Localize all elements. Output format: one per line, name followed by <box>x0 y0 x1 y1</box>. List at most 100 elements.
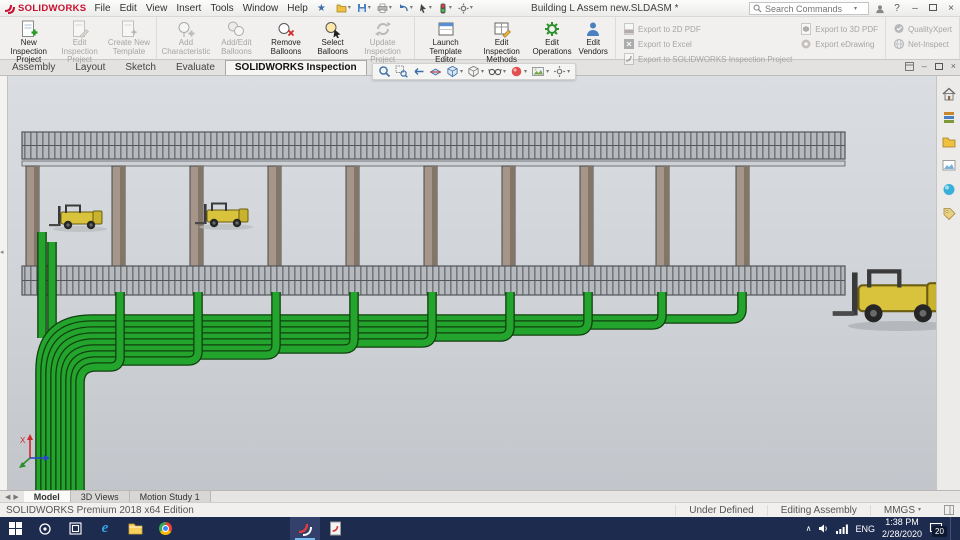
restore-icon <box>929 4 937 11</box>
minimize-button[interactable]: – <box>909 0 921 17</box>
ribbon-button-qualityxpert[interactable]: QualityXpert <box>891 23 954 35</box>
doc-close-icon[interactable]: × <box>951 61 956 71</box>
unit-system-selector[interactable]: MMGS ▾ <box>869 504 934 516</box>
volume-icon[interactable] <box>818 523 829 534</box>
ribbon-button-edit-inspection-project[interactable]: Edit Inspection Project <box>54 19 104 66</box>
ribbon-button-create-new-template[interactable]: Create New Template <box>105 19 154 57</box>
ribbon-button-remove-balloons[interactable]: Remove Balloons <box>261 19 310 57</box>
taskbar-solidworks-icon[interactable] <box>290 517 320 540</box>
start-button[interactable] <box>0 517 30 540</box>
zoom-to-area-button[interactable] <box>395 65 408 78</box>
undo-button[interactable]: ▾ <box>398 3 413 13</box>
task-view-button[interactable] <box>60 517 90 540</box>
taskbar-edge-icon[interactable]: e <box>90 517 120 540</box>
custom-properties-icon[interactable] <box>941 206 957 221</box>
ribbon-button-label: Launch Template Editor <box>429 38 462 65</box>
zoom-to-fit-button[interactable] <box>378 65 391 78</box>
restore-button[interactable] <box>927 0 939 17</box>
action-center-button[interactable]: 20 <box>929 522 947 537</box>
ribbon-button-export-edrawing[interactable]: Export eDrawing <box>798 38 880 50</box>
display-style-button[interactable]: ▾ <box>467 65 484 78</box>
tab-evaluate[interactable]: Evaluate <box>166 60 225 75</box>
menu-edit[interactable]: Edit <box>120 3 137 14</box>
command-search[interactable]: ▾ <box>749 2 869 15</box>
help-button[interactable]: ? <box>891 0 903 17</box>
doc-minimize-icon[interactable]: – <box>922 61 927 71</box>
search-input[interactable] <box>765 3 851 14</box>
tab-solidworks-inspection[interactable]: SOLIDWORKS Inspection <box>224 60 367 75</box>
close-button[interactable]: × <box>945 0 957 17</box>
quick-access-toolbar: ▾ ▾ ▾ ▾ ▾ ▾ ▾ <box>336 2 473 14</box>
clock[interactable]: 1:38 PM 2/28/2020 <box>882 517 922 540</box>
menu-tools[interactable]: Tools <box>210 3 233 14</box>
ribbon-button-add-edit-balloons[interactable]: Add/Edit Balloons <box>212 19 262 57</box>
ribbon-button-select-balloons[interactable]: Select Balloons <box>311 19 355 57</box>
tab-scroll-right-icon[interactable]: ▶ <box>13 493 18 501</box>
add-characteristic-icon <box>176 20 196 38</box>
ribbon-group-quality: QualityXpert Net-Inspect <box>886 17 960 59</box>
menu-insert[interactable]: Insert <box>176 3 201 14</box>
save-button[interactable]: ▾ <box>357 3 371 13</box>
rebuild-button[interactable]: ▾ <box>438 3 452 14</box>
appearances-scenes-icon[interactable] <box>941 182 957 197</box>
doc-restore-icon[interactable] <box>934 62 943 70</box>
section-view-button[interactable] <box>429 65 442 78</box>
network-icon[interactable] <box>836 524 849 534</box>
ribbon-button-export-3d-pdf[interactable]: Export to 3D PDF <box>798 23 880 35</box>
menu-view[interactable]: View <box>146 3 168 14</box>
ribbon-button-edit-operations[interactable]: Edit Operations <box>530 19 575 57</box>
design-library-icon[interactable] <box>941 110 957 125</box>
language-indicator[interactable]: ENG <box>855 524 875 534</box>
tab-model[interactable]: Model <box>23 491 71 502</box>
view-palette-icon[interactable] <box>941 158 957 173</box>
dock-pane-icon[interactable] <box>904 61 914 71</box>
ribbon-button-launch-template-editor[interactable]: Launch Template Editor <box>418 19 474 66</box>
options-button[interactable]: ▾ <box>458 2 473 14</box>
ribbon-button-add-characteristic[interactable]: Add Characteristic <box>160 19 211 57</box>
taskbar-solidworks-doc-icon[interactable] <box>320 517 350 540</box>
solidworks-resources-home-icon[interactable] <box>941 86 957 101</box>
menu-pin-icon[interactable]: ★ <box>317 3 326 14</box>
feature-manager-collapsed[interactable]: ◂ <box>0 76 8 490</box>
taskbar-chrome-icon[interactable] <box>150 517 180 540</box>
taskbar-search-button[interactable] <box>30 517 60 540</box>
print-button[interactable]: ▾ <box>377 3 392 13</box>
ribbon-button-update-inspection-project[interactable]: Update Inspection Project <box>355 19 411 66</box>
tab-3d-views[interactable]: 3D Views <box>70 491 130 502</box>
menu-window[interactable]: Window <box>243 3 279 14</box>
file-explorer-icon[interactable] <box>941 134 957 149</box>
menu-help[interactable]: Help <box>287 3 308 14</box>
search-caret-icon[interactable]: ▾ <box>854 6 857 12</box>
tab-motion-study-1[interactable]: Motion Study 1 <box>129 491 211 502</box>
ribbon-button-net-inspect[interactable]: Net-Inspect <box>891 38 954 50</box>
panel-expand-arrow-icon[interactable]: ◂ <box>0 248 4 256</box>
taskbar-file-explorer-icon[interactable] <box>120 517 150 540</box>
edit-appearance-button[interactable]: ▾ <box>510 65 527 78</box>
ribbon-button-export-solidworks-inspection-project[interactable]: Export to SOLIDWORKS Inspection Project <box>621 53 794 65</box>
view-orientation-button[interactable]: ▾ <box>446 65 463 78</box>
file-explorer-taskbar-icon <box>128 523 142 535</box>
tab-sketch[interactable]: Sketch <box>115 60 166 75</box>
open-button[interactable]: ▾ <box>336 3 351 13</box>
ribbon-button-label: Create New Template <box>107 38 151 56</box>
add-edit-balloons-icon <box>226 20 246 38</box>
ribbon-button-edit-vendors[interactable]: Edit Vendors <box>574 19 612 57</box>
select-button[interactable]: ▾ <box>419 3 432 14</box>
ribbon-button-export-excel[interactable]: Export to Excel <box>621 38 794 50</box>
previous-view-button[interactable] <box>412 65 425 78</box>
show-desktop-button[interactable] <box>950 517 954 540</box>
ribbon-button-edit-inspection-methods[interactable]: Edit Inspection Methods <box>474 19 530 66</box>
assembly-3d-scene[interactable]: X <box>8 76 936 490</box>
ribbon-button-new-inspection-project[interactable]: New Inspection Project <box>3 19 54 66</box>
hide-show-items-button[interactable]: ▾ <box>488 65 506 78</box>
view-settings-button[interactable]: ▾ <box>553 65 570 78</box>
tray-expand-icon[interactable]: ∧ <box>806 524 812 533</box>
graphics-viewport[interactable]: X <box>8 76 936 490</box>
task-view-icon <box>68 522 82 535</box>
tab-scroll-left-icon[interactable]: ◀ <box>5 493 10 501</box>
hide-show-glasses-icon <box>488 68 502 76</box>
user-account-icon[interactable] <box>875 4 885 14</box>
menu-file[interactable]: File <box>94 3 110 14</box>
apply-scene-button[interactable]: ▾ <box>531 65 549 78</box>
ribbon-button-export-2d-pdf[interactable]: Export to 2D PDF <box>621 23 794 35</box>
